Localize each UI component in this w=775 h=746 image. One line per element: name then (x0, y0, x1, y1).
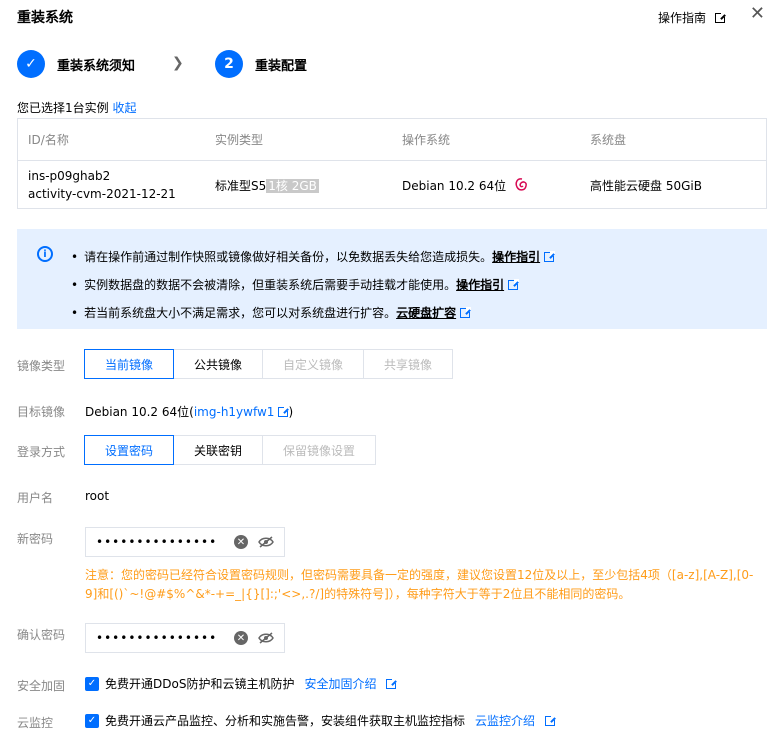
target-image-value: Debian 10.2 64位(img-h1ywfw1) (85, 405, 294, 419)
system-disk: 高性能云硬盘 50GiB (590, 178, 702, 193)
image-type-public[interactable]: 公共镜像 (173, 349, 263, 379)
image-type-custom[interactable]: 自定义镜像 (262, 349, 364, 379)
username-label: 用户名 (17, 491, 54, 505)
instance-id: ins-p09ghab2 (28, 169, 111, 183)
debian-icon (515, 178, 528, 191)
image-type-shared[interactable]: 共享镜像 (363, 349, 453, 379)
chevron-right-icon: ❯ (172, 55, 184, 71)
clear-icon[interactable]: ✕ (234, 535, 248, 549)
selection-summary: 您已选择1台实例 收起 (17, 101, 137, 115)
notice-box: i 请在操作前通过制作快照或镜像做好相关备份，以免数据丢失给您造成损失。操作指引… (17, 229, 767, 329)
step-1-label: 重装系统须知 (57, 58, 136, 74)
notice-guide-link[interactable]: 操作指引 (492, 250, 540, 264)
disk-expand-link[interactable]: 云硬盘扩容 (396, 306, 456, 320)
monitor-text: 免费开通云产品监控、分析和实施告警，安装组件获取主机监控指标 (105, 714, 466, 728)
confirm-password-label: 确认密码 (17, 628, 66, 642)
external-link-icon (460, 307, 472, 318)
security-intro-link[interactable]: 安全加固介绍 (304, 675, 376, 692)
image-type-selector: 当前镜像 公共镜像 自定义镜像 共享镜像 (84, 349, 453, 379)
info-icon: i (37, 246, 53, 262)
login-ssh-key[interactable]: 关联密钥 (173, 435, 263, 465)
external-link-icon (508, 279, 520, 290)
image-id-link[interactable]: img-h1ywfw1 (194, 405, 275, 419)
confirm-password-input[interactable]: ••••••••••••••• ✕ (85, 623, 285, 653)
close-icon[interactable]: ✕ (750, 4, 765, 24)
instance-spec: 1核 2GB (266, 178, 319, 193)
confirm-password-value: ••••••••••••••• (96, 631, 218, 645)
os-name: Debian 10.2 64位 (402, 178, 507, 193)
external-link-icon (278, 406, 290, 417)
table-row: ins-p09ghab2 activity-cvm-2021-12-21 标准型… (18, 161, 766, 209)
notice-item: 若当前系统盘大小不满足需求，您可以对系统盘进行扩容。云硬盘扩容 (71, 299, 554, 327)
target-image-label: 目标镜像 (17, 405, 66, 419)
security-checkbox[interactable]: ✓ (85, 676, 99, 691)
check-icon: ✓ (17, 50, 45, 78)
step-2: 2 重装配置 (215, 50, 307, 78)
table-header: ID/名称 实例类型 操作系统 系统盘 (18, 119, 766, 161)
eye-off-icon[interactable] (258, 632, 274, 644)
clear-icon[interactable]: ✕ (234, 631, 248, 645)
dialog-title: 重装系统 (17, 10, 73, 26)
external-link-icon (545, 714, 557, 726)
image-type-label: 镜像类型 (17, 359, 66, 373)
password-value: ••••••••••••••• (96, 535, 218, 549)
login-method-label: 登录方式 (17, 445, 66, 459)
login-set-password[interactable]: 设置密码 (84, 435, 174, 465)
instance-table: ID/名称 实例类型 操作系统 系统盘 ins-p09ghab2 activit… (17, 118, 767, 209)
notice-item: 实例数据盘的数据不会被清除，但重装系统后需要手动挂载才能使用。操作指引 (71, 271, 554, 299)
password-warning: 注意：您的密码已经符合设置密码规则，但密码需要具备一定的强度，建议您设置12位及… (85, 568, 754, 601)
password-label: 新密码 (17, 532, 54, 546)
login-keep-image[interactable]: 保留镜像设置 (262, 435, 376, 465)
monitor-label: 云监控 (17, 716, 54, 730)
external-link-icon (544, 251, 556, 262)
guide-link[interactable]: 操作指南 (657, 9, 726, 26)
username-value: root (85, 489, 110, 503)
security-label: 安全加固 (17, 679, 66, 693)
monitor-checkbox[interactable]: ✓ (85, 713, 99, 728)
notice-guide-link[interactable]: 操作指引 (456, 278, 504, 292)
step-2-label: 重装配置 (255, 58, 308, 74)
instance-type: 标准型S5 (215, 178, 267, 193)
monitor-option: ✓ 免费开通云产品监控、分析和实施告警，安装组件获取主机监控指标 云监控介绍 (85, 712, 557, 729)
step-2-number: 2 (215, 50, 243, 78)
password-input[interactable]: ••••••••••••••• ✕ (85, 527, 285, 557)
instance-name: activity-cvm-2021-12-21 (28, 187, 176, 201)
collapse-link[interactable]: 收起 (112, 101, 136, 115)
security-text: 免费开通DDoS防护和云镜主机防护 (105, 677, 295, 691)
image-type-current[interactable]: 当前镜像 (84, 349, 174, 379)
step-1: ✓ 重装系统须知 (17, 50, 135, 78)
monitor-intro-link[interactable]: 云监控介绍 (475, 712, 535, 729)
eye-off-icon[interactable] (258, 536, 274, 548)
login-method-selector: 设置密码 关联密钥 保留镜像设置 (84, 435, 376, 465)
external-link-icon (715, 11, 726, 23)
external-link-icon (386, 677, 398, 689)
security-option: ✓ 免费开通DDoS防护和云镜主机防护 安全加固介绍 (85, 675, 398, 692)
notice-item: 请在操作前通过制作快照或镜像做好相关备份，以免数据丢失给您造成损失。操作指引 (71, 243, 556, 271)
guide-label: 操作指南 (657, 11, 706, 25)
